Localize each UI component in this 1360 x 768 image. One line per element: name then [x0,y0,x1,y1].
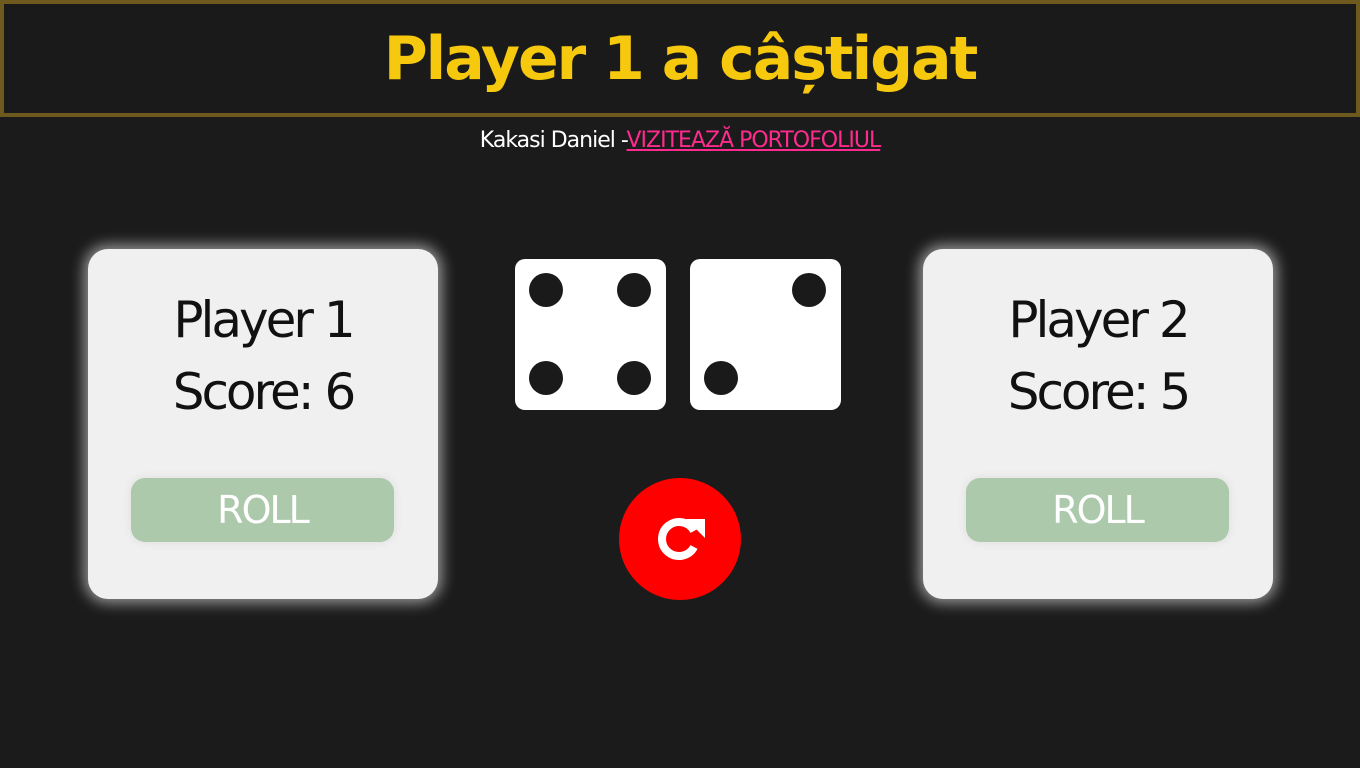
player-1-roll-button[interactable]: ROLL [131,478,394,542]
die-pip [792,273,826,307]
player-1-card: Player 1 Score: 6 ROLL [88,249,438,599]
die-pip [617,273,651,307]
winner-title: Player 1 a câștigat [383,23,979,94]
die-1 [515,259,666,410]
player-2-name: Player 2 [1008,291,1190,349]
player-2-card: Player 2 Score: 5 ROLL [923,249,1273,599]
author-credit: Kakasi Daniel -VIZITEAZĂ PORTOFOLIUL [0,128,1360,153]
die-pip [617,361,651,395]
reset-button[interactable] [619,478,741,600]
die-pip [704,361,738,395]
winner-banner: Player 1 a câștigat [0,0,1360,117]
author-name: Kakasi Daniel - [479,128,628,153]
player-2-score: Score: 5 [1007,363,1192,421]
player-1-score: Score: 6 [172,363,357,421]
die-2 [690,259,841,410]
player-1-name: Player 1 [173,291,355,349]
player-2-roll-button[interactable]: ROLL [966,478,1229,542]
die-pip [529,273,563,307]
portfolio-link[interactable]: VIZITEAZĂ PORTOFOLIUL [627,128,882,153]
refresh-icon [658,518,705,560]
die-pip [529,361,563,395]
